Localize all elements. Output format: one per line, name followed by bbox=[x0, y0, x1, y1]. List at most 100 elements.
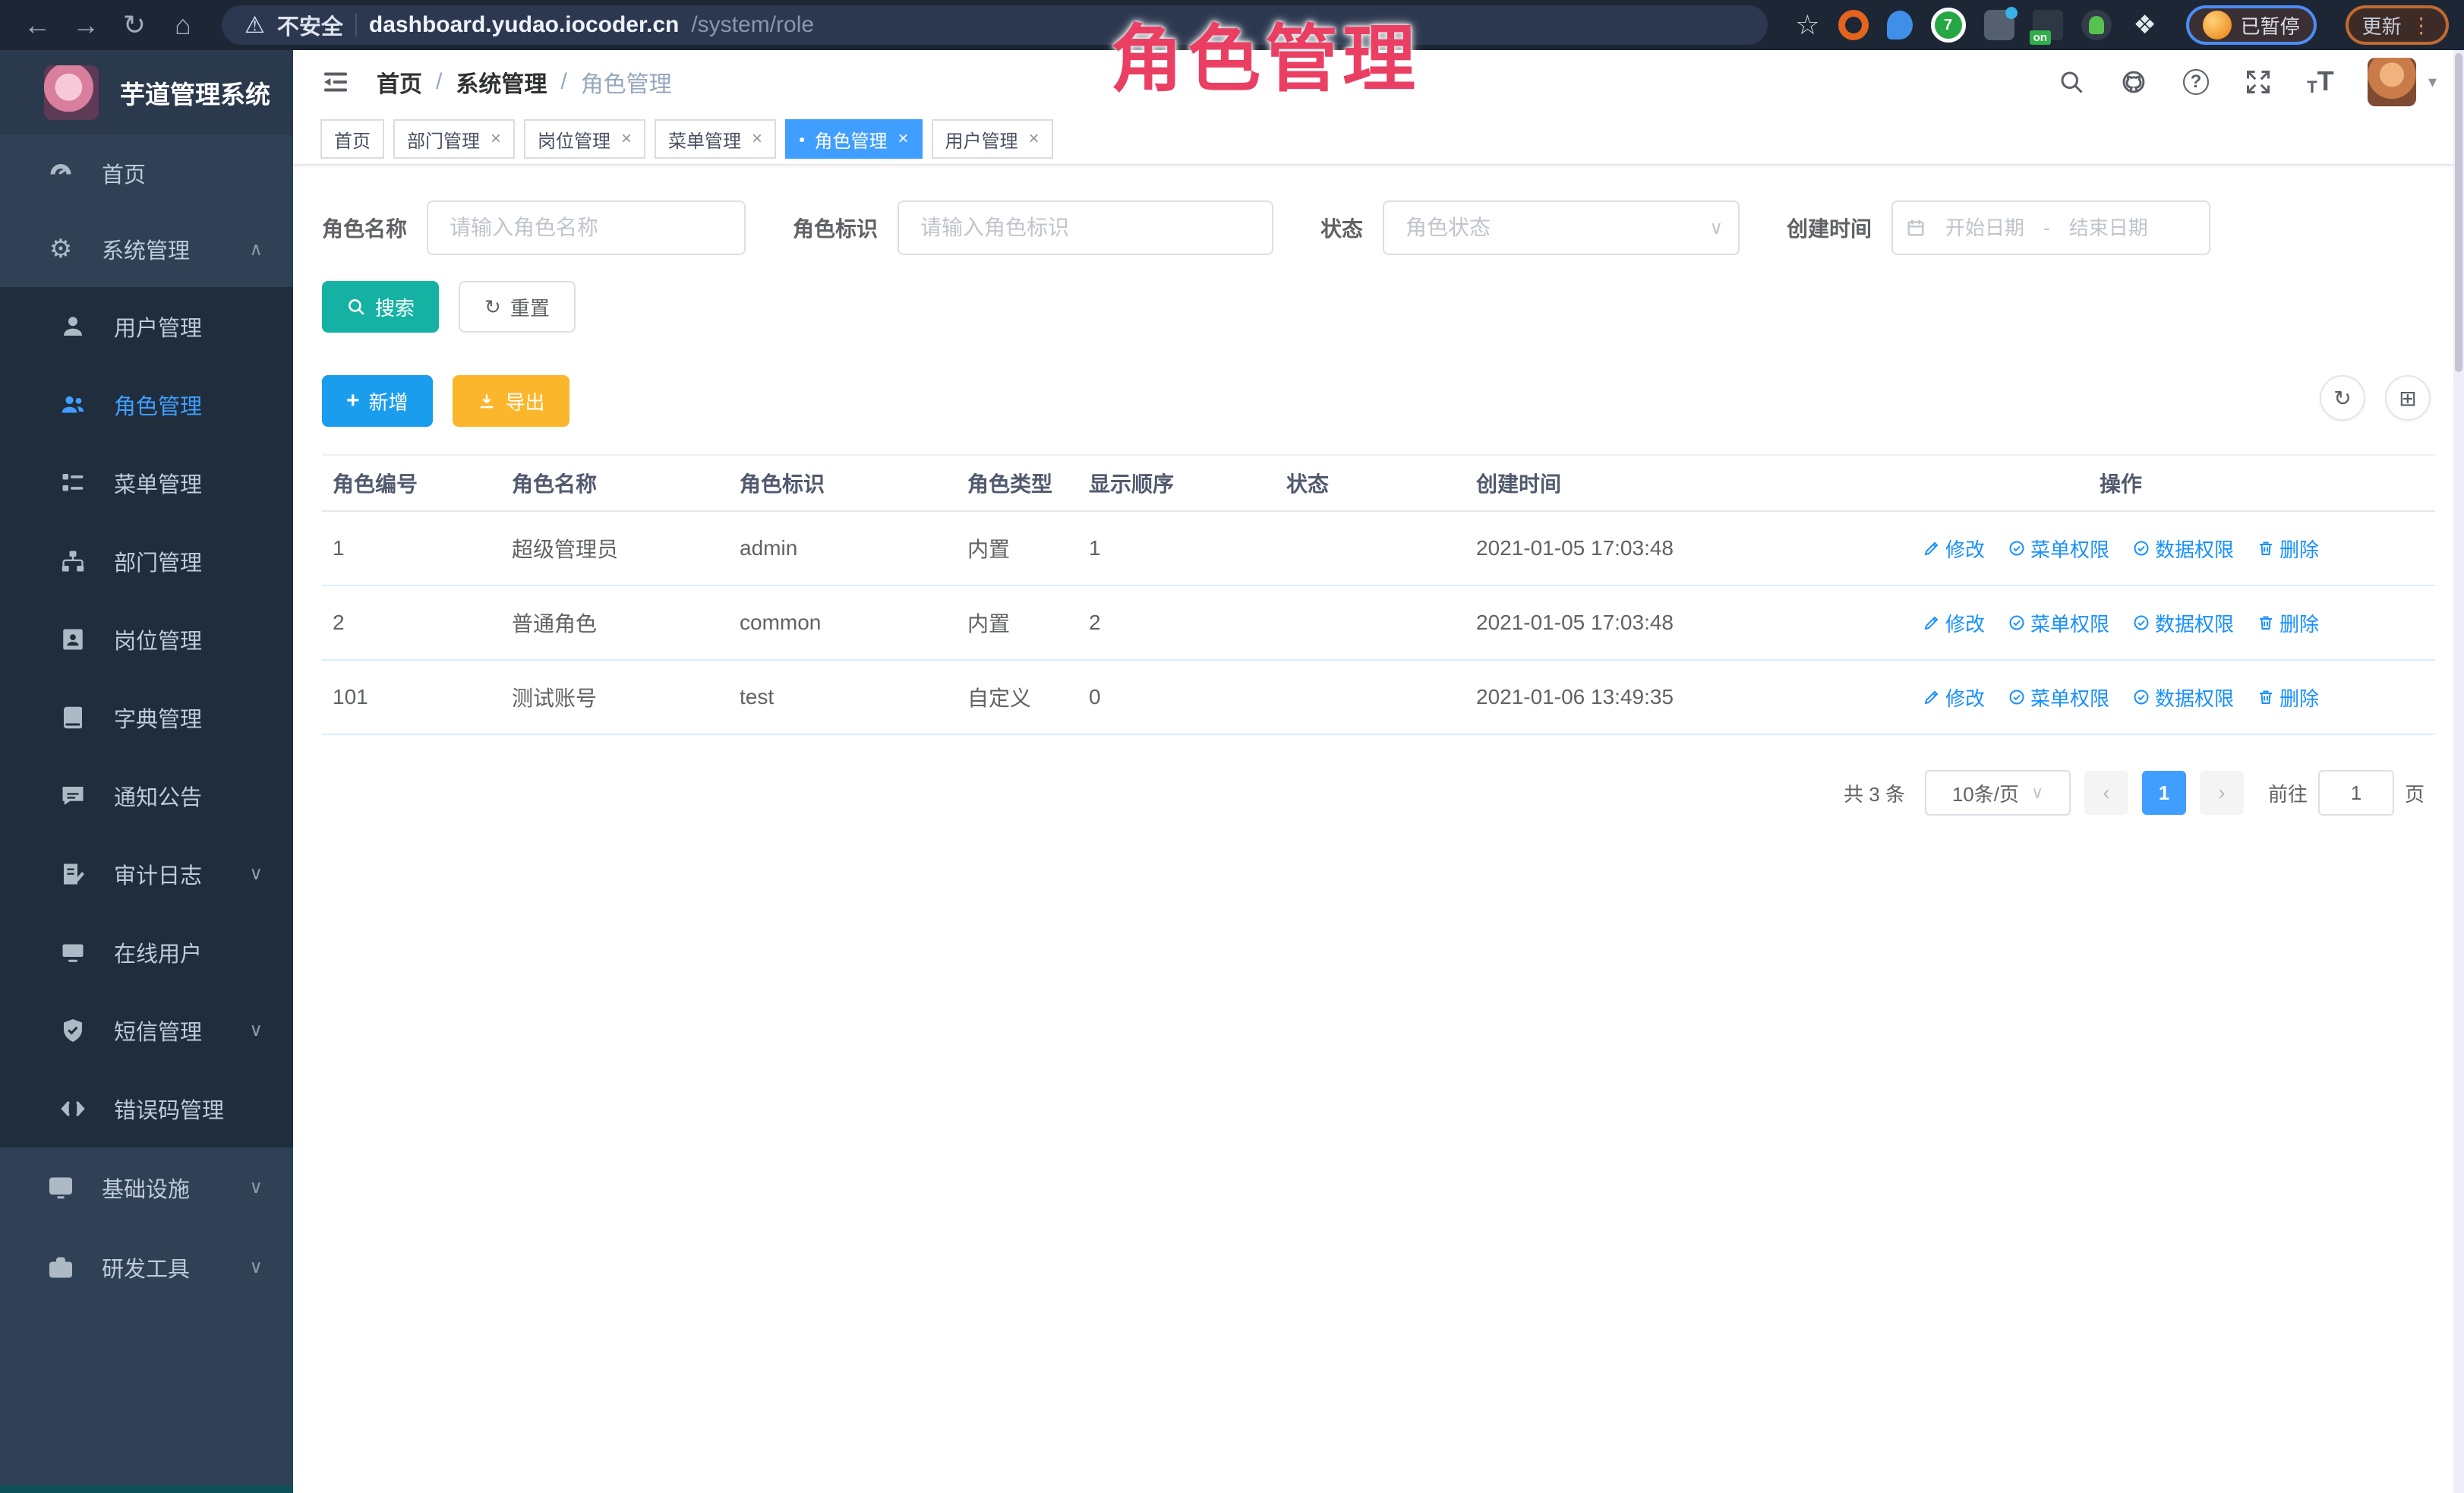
extension-icon-orange-ring[interactable] bbox=[1838, 10, 1869, 40]
status-select[interactable] bbox=[1383, 200, 1740, 255]
browser-home-icon[interactable]: ⌂ bbox=[162, 5, 203, 46]
circle-check-icon bbox=[2132, 688, 2150, 706]
sidebar-item-notice[interactable]: 通知公告 bbox=[0, 756, 293, 835]
extension-icon-green-bug[interactable] bbox=[2081, 10, 2112, 40]
tag-home[interactable]: 首页 bbox=[320, 119, 384, 159]
close-icon[interactable]: × bbox=[1029, 128, 1040, 150]
tag-role-active[interactable]: ●角色管理× bbox=[785, 119, 922, 159]
close-icon[interactable]: × bbox=[621, 128, 632, 150]
browser-profile-chip[interactable]: 已暂停 bbox=[2186, 5, 2317, 45]
data-permission-link[interactable]: 数据权限 bbox=[2132, 609, 2234, 637]
bookmark-star-icon[interactable]: ☆ bbox=[1795, 9, 1819, 41]
cell-role-name: 测试账号 bbox=[512, 682, 740, 712]
sidebar-item-label: 岗位管理 bbox=[114, 623, 202, 655]
address-bar[interactable]: ⚠ 不安全 dashboard.yudao.iocoder.cn /system… bbox=[222, 5, 1768, 45]
extension-icon-switch[interactable]: on bbox=[2033, 10, 2063, 40]
search-icon[interactable] bbox=[2056, 67, 2087, 97]
sidebar-item-dict[interactable]: 字典管理 bbox=[0, 678, 293, 756]
sidebar-item-label: 错误码管理 bbox=[114, 1093, 224, 1125]
extension-icon-green-7[interactable]: 7 bbox=[1931, 8, 1966, 43]
next-page-button[interactable]: › bbox=[2200, 771, 2244, 815]
export-button[interactable]: 导出 bbox=[453, 375, 569, 427]
user-icon bbox=[58, 313, 88, 340]
tag-user[interactable]: 用户管理× bbox=[932, 119, 1053, 159]
sidebar-item-menus[interactable]: 菜单管理 bbox=[0, 443, 293, 522]
sidebar-item-error-codes[interactable]: 错误码管理 bbox=[0, 1069, 293, 1147]
page-number-current[interactable]: 1 bbox=[2142, 771, 2186, 815]
close-icon[interactable]: × bbox=[898, 128, 909, 150]
data-permission-link[interactable]: 数据权限 bbox=[2132, 535, 2234, 563]
search-button[interactable]: 搜索 bbox=[322, 281, 439, 333]
cell-sort: 0 bbox=[1089, 685, 1286, 709]
sidebar-item-infrastructure[interactable]: 基础设施 ∨ bbox=[0, 1147, 293, 1227]
refresh-table-button[interactable]: ↻ bbox=[2320, 375, 2365, 421]
docs-question-icon[interactable]: ? bbox=[2181, 67, 2211, 97]
date-range-picker[interactable]: - bbox=[1891, 200, 2210, 255]
sidebar-item-roles[interactable]: 角色管理 bbox=[0, 365, 293, 443]
edit-link[interactable]: 修改 bbox=[1923, 683, 1985, 712]
browser-forward-icon[interactable]: → bbox=[65, 5, 106, 46]
sidebar-logo[interactable]: 芋道管理系统 bbox=[0, 50, 293, 135]
sidebar-item-online-users[interactable]: 在线用户 bbox=[0, 913, 293, 991]
breadcrumb: 首页 / 系统管理 / 角色管理 bbox=[377, 65, 672, 99]
sidebar-item-sms[interactable]: 短信管理 ∨ bbox=[0, 991, 293, 1069]
monitor-chart-icon bbox=[46, 1174, 76, 1201]
reset-button[interactable]: ↻ 重置 bbox=[459, 281, 576, 333]
sidebar-item-system[interactable]: ⚙ 系统管理 ∧ bbox=[0, 211, 293, 287]
sidebar-item-depts[interactable]: 部门管理 bbox=[0, 522, 293, 600]
sidebar-item-users[interactable]: 用户管理 bbox=[0, 287, 293, 365]
role-name-input[interactable] bbox=[427, 200, 746, 255]
scrollbar-thumb[interactable] bbox=[2455, 53, 2462, 372]
page-scrollbar[interactable] bbox=[2453, 50, 2464, 1493]
avatar bbox=[2368, 58, 2416, 106]
range-separator: - bbox=[2043, 216, 2050, 240]
close-icon[interactable]: × bbox=[752, 128, 762, 150]
hamburger-icon[interactable] bbox=[320, 65, 354, 99]
delete-link[interactable]: 删除 bbox=[2257, 683, 2319, 712]
security-warning-icon: ⚠ bbox=[245, 12, 265, 39]
page-size-select[interactable]: 10条/页 ∨ bbox=[1925, 770, 2071, 816]
extension-icon-grid[interactable] bbox=[1984, 10, 2014, 40]
tag-menu[interactable]: 菜单管理× bbox=[655, 119, 776, 159]
start-date-input[interactable] bbox=[1932, 216, 2037, 240]
cell-role-code: common bbox=[740, 611, 967, 635]
sidebar-item-devtools[interactable]: 研发工具 ∨ bbox=[0, 1227, 293, 1307]
sidebar-item-home[interactable]: 首页 bbox=[0, 135, 293, 211]
role-code-input[interactable] bbox=[898, 200, 1273, 255]
column-settings-button[interactable]: ⊞ bbox=[2385, 375, 2431, 421]
tag-dept[interactable]: 部门管理× bbox=[393, 119, 515, 159]
log-icon bbox=[58, 860, 88, 888]
dashboard-icon bbox=[46, 159, 76, 187]
breadcrumb-home[interactable]: 首页 bbox=[377, 65, 422, 99]
breadcrumb-system[interactable]: 系统管理 bbox=[456, 65, 547, 99]
extension-icon-blue-drop[interactable] bbox=[1887, 11, 1913, 39]
menu-permission-link[interactable]: 菜单权限 bbox=[2008, 609, 2109, 637]
add-button[interactable]: + 新增 bbox=[322, 375, 433, 427]
end-date-input[interactable] bbox=[2056, 216, 2161, 240]
browser-update-label: 更新 bbox=[2362, 11, 2402, 39]
tag-post[interactable]: 岗位管理× bbox=[524, 119, 645, 159]
delete-link[interactable]: 删除 bbox=[2257, 535, 2319, 563]
extensions-puzzle-icon[interactable]: ❖ bbox=[2130, 10, 2160, 40]
close-icon[interactable]: × bbox=[491, 128, 501, 150]
prev-page-button[interactable]: ‹ bbox=[2084, 771, 2128, 815]
github-icon[interactable] bbox=[2119, 67, 2149, 97]
browser-menu-dots-icon[interactable]: ⋮ bbox=[2411, 13, 2432, 38]
delete-link[interactable]: 删除 bbox=[2257, 609, 2319, 637]
fullscreen-icon[interactable] bbox=[2243, 67, 2273, 97]
edit-link[interactable]: 修改 bbox=[1923, 609, 1985, 637]
browser-update-chip[interactable]: 更新 ⋮ bbox=[2346, 5, 2449, 45]
font-size-icon[interactable]: TT bbox=[2305, 67, 2336, 97]
goto-page-input[interactable] bbox=[2318, 770, 2394, 816]
menu-permission-link[interactable]: 菜单权限 bbox=[2008, 535, 2109, 563]
pagination-total: 共 3 条 bbox=[1844, 779, 1905, 807]
browser-back-icon[interactable]: ← bbox=[17, 5, 58, 46]
user-avatar-menu[interactable]: ▾ bbox=[2368, 58, 2437, 106]
menu-permission-link[interactable]: 菜单权限 bbox=[2008, 683, 2109, 712]
sidebar-item-audit-log[interactable]: 审计日志 ∨ bbox=[0, 835, 293, 913]
cell-role-id: 2 bbox=[322, 611, 512, 635]
data-permission-link[interactable]: 数据权限 bbox=[2132, 683, 2234, 712]
browser-reload-icon[interactable]: ↻ bbox=[114, 5, 155, 46]
sidebar-item-posts[interactable]: 岗位管理 bbox=[0, 600, 293, 678]
edit-link[interactable]: 修改 bbox=[1923, 535, 1985, 563]
